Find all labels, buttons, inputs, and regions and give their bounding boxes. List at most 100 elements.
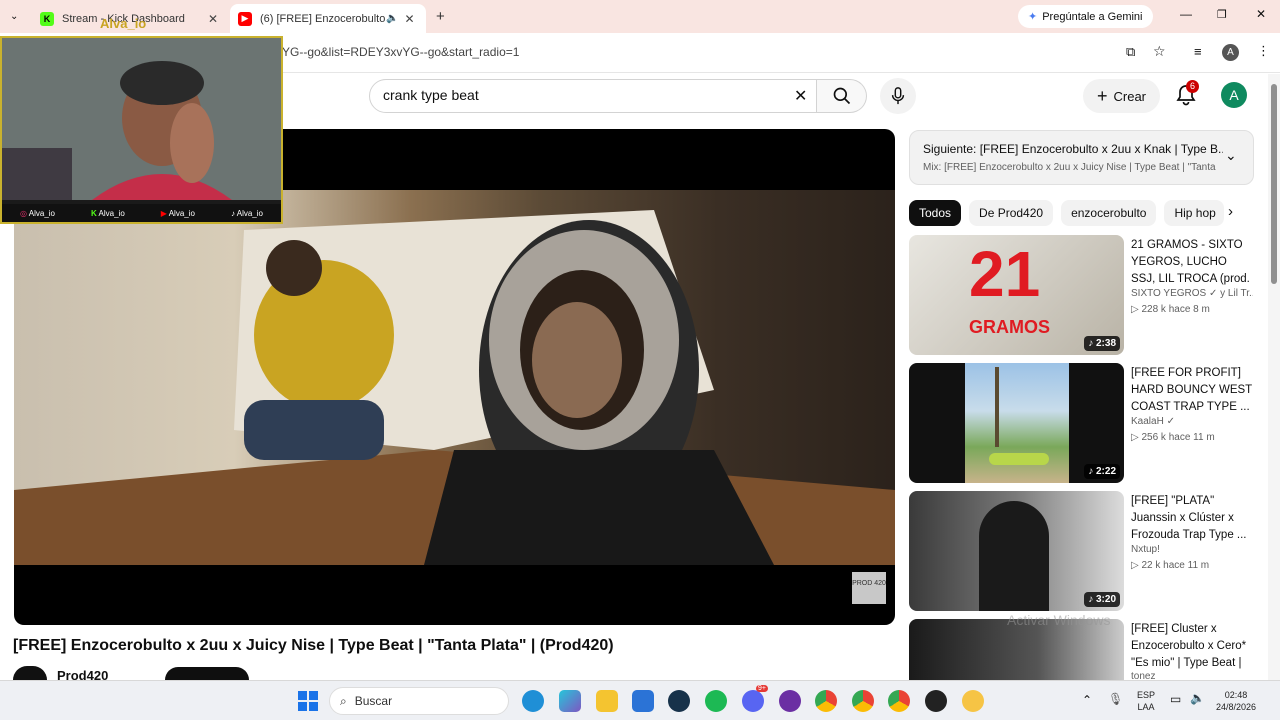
clock[interactable]: 02:48 24/8/2026 <box>1208 689 1264 713</box>
windows-taskbar: ⌕ Buscar 9+ ⌃ 🎙 ESP LAA ▭ 🔈 02:48 24/8/202… <box>0 680 1280 720</box>
chrome-profile-icon[interactable] <box>888 690 910 712</box>
gemini-button[interactable]: ✦ Pregúntale a Gemini <box>1018 5 1153 28</box>
chips-next-arrow-icon[interactable]: › <box>1228 203 1233 220</box>
notifications-button[interactable]: 6 <box>1176 80 1202 110</box>
tab-search-icon[interactable]: ⌄ <box>10 11 18 22</box>
next-up-card[interactable]: Siguiente: [FREE] Enzocerobulto x 2uu x … <box>909 130 1254 185</box>
file-explorer-icon[interactable] <box>596 690 618 712</box>
notification-badge: 6 <box>1186 80 1200 93</box>
youtube-handle: ▶ Alva_io <box>160 208 195 218</box>
recommendation-meta: ▷ 228 k hace 8 m <box>1131 304 1210 315</box>
youtube-icon: ▶ <box>160 208 167 218</box>
filter-chips: Todos De Prod420 enzocerobulto Hip hop <box>909 200 1225 226</box>
recommendation-item[interactable]: ♪ 2:22 [FREE FOR PROFIT] HARD BOUNCY WES… <box>909 363 1254 483</box>
bookmark-star-icon[interactable]: ☆ <box>1153 43 1166 60</box>
kick-icon: K <box>90 208 97 218</box>
close-tab-icon[interactable]: ✕ <box>404 12 414 26</box>
network-icon[interactable]: ▭ <box>1170 692 1181 706</box>
instagram-handle: ◎ Alva_io <box>19 208 55 218</box>
tray-microphone-icon[interactable]: 🎙 <box>1108 692 1123 706</box>
create-button[interactable]: + Crear <box>1083 79 1160 113</box>
youtube-favicon-icon: ▶ <box>238 11 252 26</box>
hooded-figure-image <box>979 501 1049 611</box>
url-text[interactable]: YG--go&list=RDEY3xvYG--go&start_radio=1 <box>282 45 519 59</box>
playlist-icon[interactable]: ≡ <box>1194 44 1202 59</box>
recommendation-item[interactable]: ♪ 3:20 [FREE] "PLATA" Juanssin x Clúster… <box>909 491 1254 611</box>
thumbnail-text: 21 <box>969 238 1041 310</box>
browser-tabstrip: ⌄ K Stream - Kick Dashboard ✕ ▶ (6) [FRE… <box>0 0 1280 33</box>
kick-favicon-icon: K <box>40 11 54 26</box>
duration-badge: ♪ 2:22 <box>1084 464 1120 479</box>
windows-start-icon[interactable] <box>298 691 318 711</box>
chip-de-prod420[interactable]: De Prod420 <box>969 200 1054 226</box>
recommendation-item[interactable]: [FREE] Cluster x Enzocerobulto x Cero* "… <box>909 619 1254 680</box>
app-circle-icon[interactable] <box>962 690 984 712</box>
streamer-name: Alva_io <box>100 16 147 31</box>
twitch-app-icon[interactable] <box>779 690 801 712</box>
video-scene-image <box>14 210 895 565</box>
next-up-title: Siguiente: [FREE] Enzocerobulto x 2uu x … <box>923 142 1223 156</box>
recommendation-title: 21 GRAMOS - SIXTO YEGROS, LUCHO SSJ, LIL… <box>1131 239 1250 285</box>
palm-tree-image <box>995 367 999 447</box>
browser-menu-icon[interactable]: ⋮ <box>1257 43 1270 59</box>
maximize-icon[interactable]: ❐ <box>1217 8 1227 21</box>
account-avatar[interactable]: A <box>1221 82 1247 108</box>
voice-search-button[interactable] <box>880 78 916 114</box>
close-window-icon[interactable]: ✕ <box>1256 7 1266 21</box>
recommendation-item[interactable]: 21 GRAMOS ♪ 2:38 21 GRAMOS - SIXTO YEGRO… <box>909 235 1254 355</box>
scrollbar-thumb[interactable] <box>1271 84 1277 284</box>
create-label: Crear <box>1113 88 1147 104</box>
video-thumbnail <box>909 619 1124 680</box>
next-up-subtitle: Mix: [FREE] Enzocerobulto x 2uu x Juicy … <box>923 162 1216 173</box>
tray-chevron-icon[interactable]: ⌃ <box>1082 693 1092 707</box>
copilot-icon[interactable] <box>559 690 581 712</box>
recommendation-title: [FREE FOR PROFIT] HARD BOUNCY WEST COAST… <box>1131 367 1252 413</box>
search-box: ✕ <box>369 79 817 113</box>
clear-search-icon[interactable]: ✕ <box>794 86 807 106</box>
social-links-bar: ◎ Alva_io K Alva_io ▶ Alva_io ♪ Alva_io <box>2 204 281 222</box>
volume-icon[interactable]: 🔈 <box>1190 691 1205 705</box>
chrome-icon[interactable] <box>815 690 837 712</box>
profile-avatar[interactable]: A <box>1222 44 1239 61</box>
tab-title: (6) [FREE] Enzocerobulto x 2 <box>260 12 386 25</box>
channel-avatar[interactable] <box>13 666 47 680</box>
recommendation-channel: KaalaH ✓ <box>1131 416 1175 427</box>
install-icon[interactable]: ⧉ <box>1126 44 1135 60</box>
chip-todos[interactable]: Todos <box>909 200 962 226</box>
discord-icon[interactable] <box>742 690 764 712</box>
duration-badge: ♪ 2:38 <box>1084 336 1120 351</box>
obs-icon[interactable] <box>925 690 947 712</box>
discord-badge: 9+ <box>756 685 768 692</box>
plus-icon: + <box>1096 85 1108 106</box>
new-tab-icon[interactable]: + <box>436 8 445 25</box>
gemini-label: Pregúntale a Gemini <box>1042 10 1143 23</box>
minimize-icon[interactable]: — <box>1180 7 1192 21</box>
search-icon <box>833 87 850 105</box>
page-scrollbar[interactable] <box>1268 74 1280 680</box>
spotify-icon[interactable] <box>705 690 727 712</box>
chrome-active-icon[interactable] <box>852 690 874 712</box>
chip-hip-hop[interactable]: Hip hop <box>1164 200 1225 226</box>
streamer-image <box>2 38 281 200</box>
tab-youtube-video[interactable]: ▶ (6) [FREE] Enzocerobulto x 2 🔈 ✕ <box>230 4 426 33</box>
search-icon: ⌕ <box>340 693 347 708</box>
language-indicator[interactable]: ESP LAA <box>1137 689 1155 713</box>
recommendation-meta: ▷ 256 k hace 11 m <box>1131 432 1215 443</box>
steam-icon[interactable] <box>668 690 690 712</box>
video-thumbnail: ♪ 3:20 <box>909 491 1124 611</box>
chip-enzocerobulto[interactable]: enzocerobulto <box>1061 200 1157 226</box>
subscribe-button[interactable] <box>165 667 249 680</box>
close-tab-icon[interactable]: ✕ <box>208 12 218 26</box>
search-button[interactable] <box>817 79 867 113</box>
thumbnail-subtext: GRAMOS <box>969 317 1050 337</box>
speaker-icon[interactable]: 🔈 <box>386 13 398 24</box>
search-input[interactable] <box>383 87 763 103</box>
video-title: [FREE] Enzocerobulto x 2uu x Juicy Nise … <box>13 637 614 654</box>
instagram-icon: ◎ <box>19 208 27 218</box>
expand-chevron-icon[interactable]: ⌄ <box>1225 147 1237 164</box>
recommendation-channel: Nxtup! <box>1131 544 1160 555</box>
edge-icon[interactable] <box>522 690 544 712</box>
taskbar-search[interactable]: ⌕ Buscar <box>329 687 509 715</box>
windows-activation-watermark: Activar Windows <box>1007 612 1111 628</box>
microsoft-store-icon[interactable] <box>632 690 654 712</box>
